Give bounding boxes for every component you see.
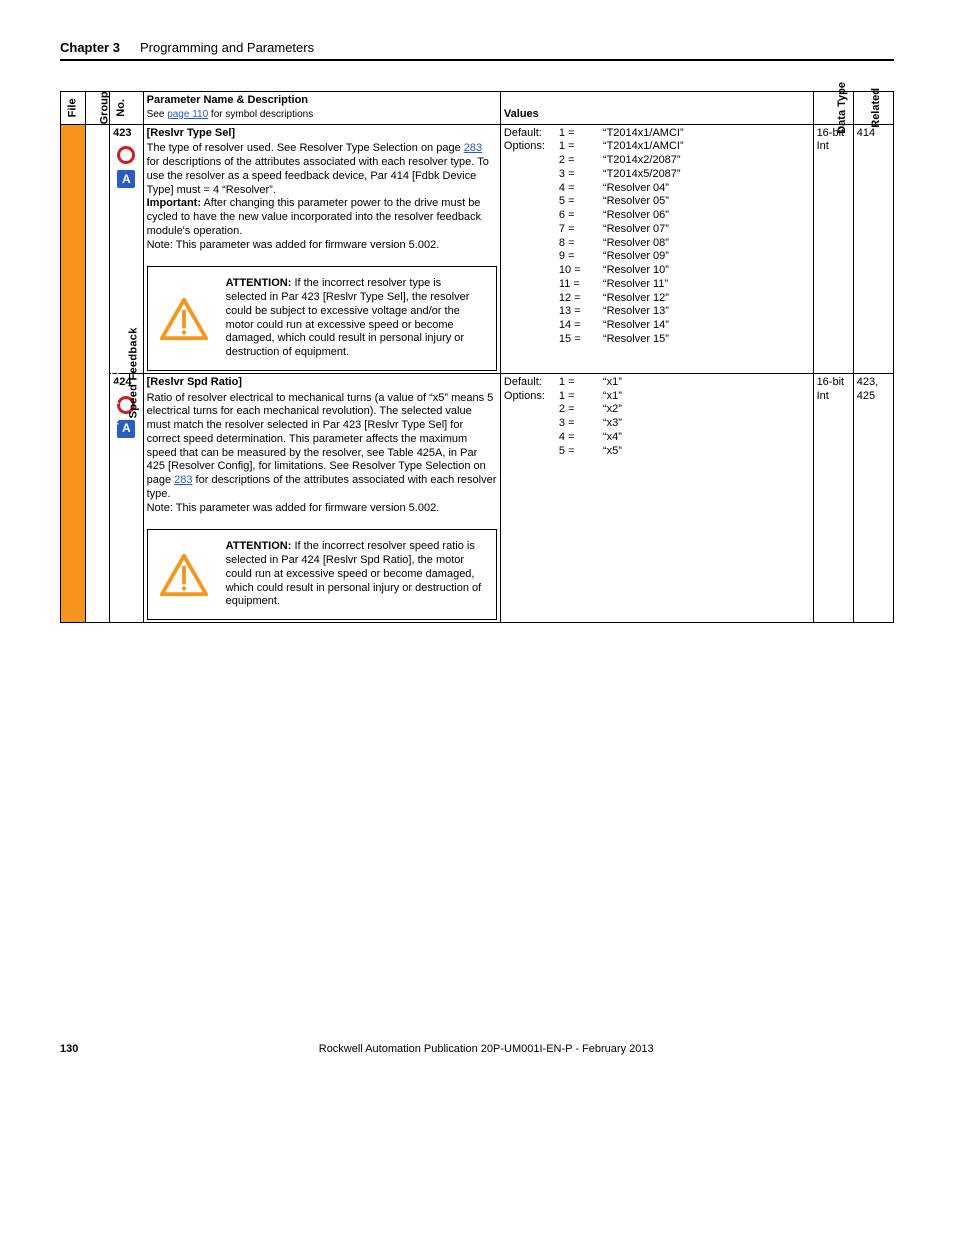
page-number: 130 <box>60 1043 78 1055</box>
parameter-table: File Group No. Parameter Name & Descript… <box>60 91 894 623</box>
col-values: Values <box>500 92 813 125</box>
col-no: No. <box>110 92 143 125</box>
attention-text: ATTENTION: If the incorrect resolver typ… <box>226 277 484 360</box>
col-group: Group <box>85 92 110 125</box>
page-link-110[interactable]: page 110 <box>167 109 208 120</box>
col-file: File <box>61 92 86 125</box>
col-name-desc: Parameter Name & Description See page 11… <box>143 92 500 125</box>
param-values: Default:1 =“T2014x1/AMCI” Options:1 =“T2… <box>500 124 813 373</box>
param-dtype: 16-bit Int <box>813 373 853 622</box>
warning-icon <box>160 297 208 341</box>
table-row: 424 A [Reslvr Spd Ratio] Ratio of resolv… <box>61 373 894 622</box>
stop-icon <box>117 146 135 164</box>
param-desc: [Reslvr Type Sel] The type of resolver u… <box>143 124 500 373</box>
file-cell: MOTOR CONTROL <box>61 124 86 623</box>
param-related: 414 <box>853 124 893 373</box>
attention-box: ATTENTION: If the incorrect resolver typ… <box>147 266 497 371</box>
page-footer: 130 Rockwell Automation Publication 20P-… <box>60 1043 894 1055</box>
param-related: 423, 425 <box>853 373 893 622</box>
warning-icon <box>160 553 208 597</box>
attention-box: ATTENTION: If the incorrect resolver spe… <box>147 529 497 620</box>
col-data-type: Data Type <box>813 92 853 125</box>
chapter-title: Programming and Parameters <box>140 40 314 55</box>
col-related: Related <box>853 92 893 125</box>
publication-info: Rockwell Automation Publication 20P-UM00… <box>319 1043 654 1055</box>
param-desc: [Reslvr Spd Ratio] Ratio of resolver ele… <box>143 373 500 622</box>
a-icon: A <box>117 170 135 188</box>
param-dtype: 16-bit Int <box>813 124 853 373</box>
group-cell: Speed Feedback <box>85 124 110 623</box>
table-row: MOTOR CONTROL Speed Feedback 423 A [Resl… <box>61 124 894 373</box>
chapter-label: Chapter 3 <box>60 40 120 55</box>
param-values: Default:1 =“x1” Options:1 =“x1” 2 =“x2” … <box>500 373 813 622</box>
page-link-283[interactable]: 283 <box>174 474 192 486</box>
page-header: Chapter 3 Programming and Parameters <box>60 40 894 61</box>
page-link-283[interactable]: 283 <box>464 142 482 154</box>
attention-text: ATTENTION: If the incorrect resolver spe… <box>226 540 484 609</box>
